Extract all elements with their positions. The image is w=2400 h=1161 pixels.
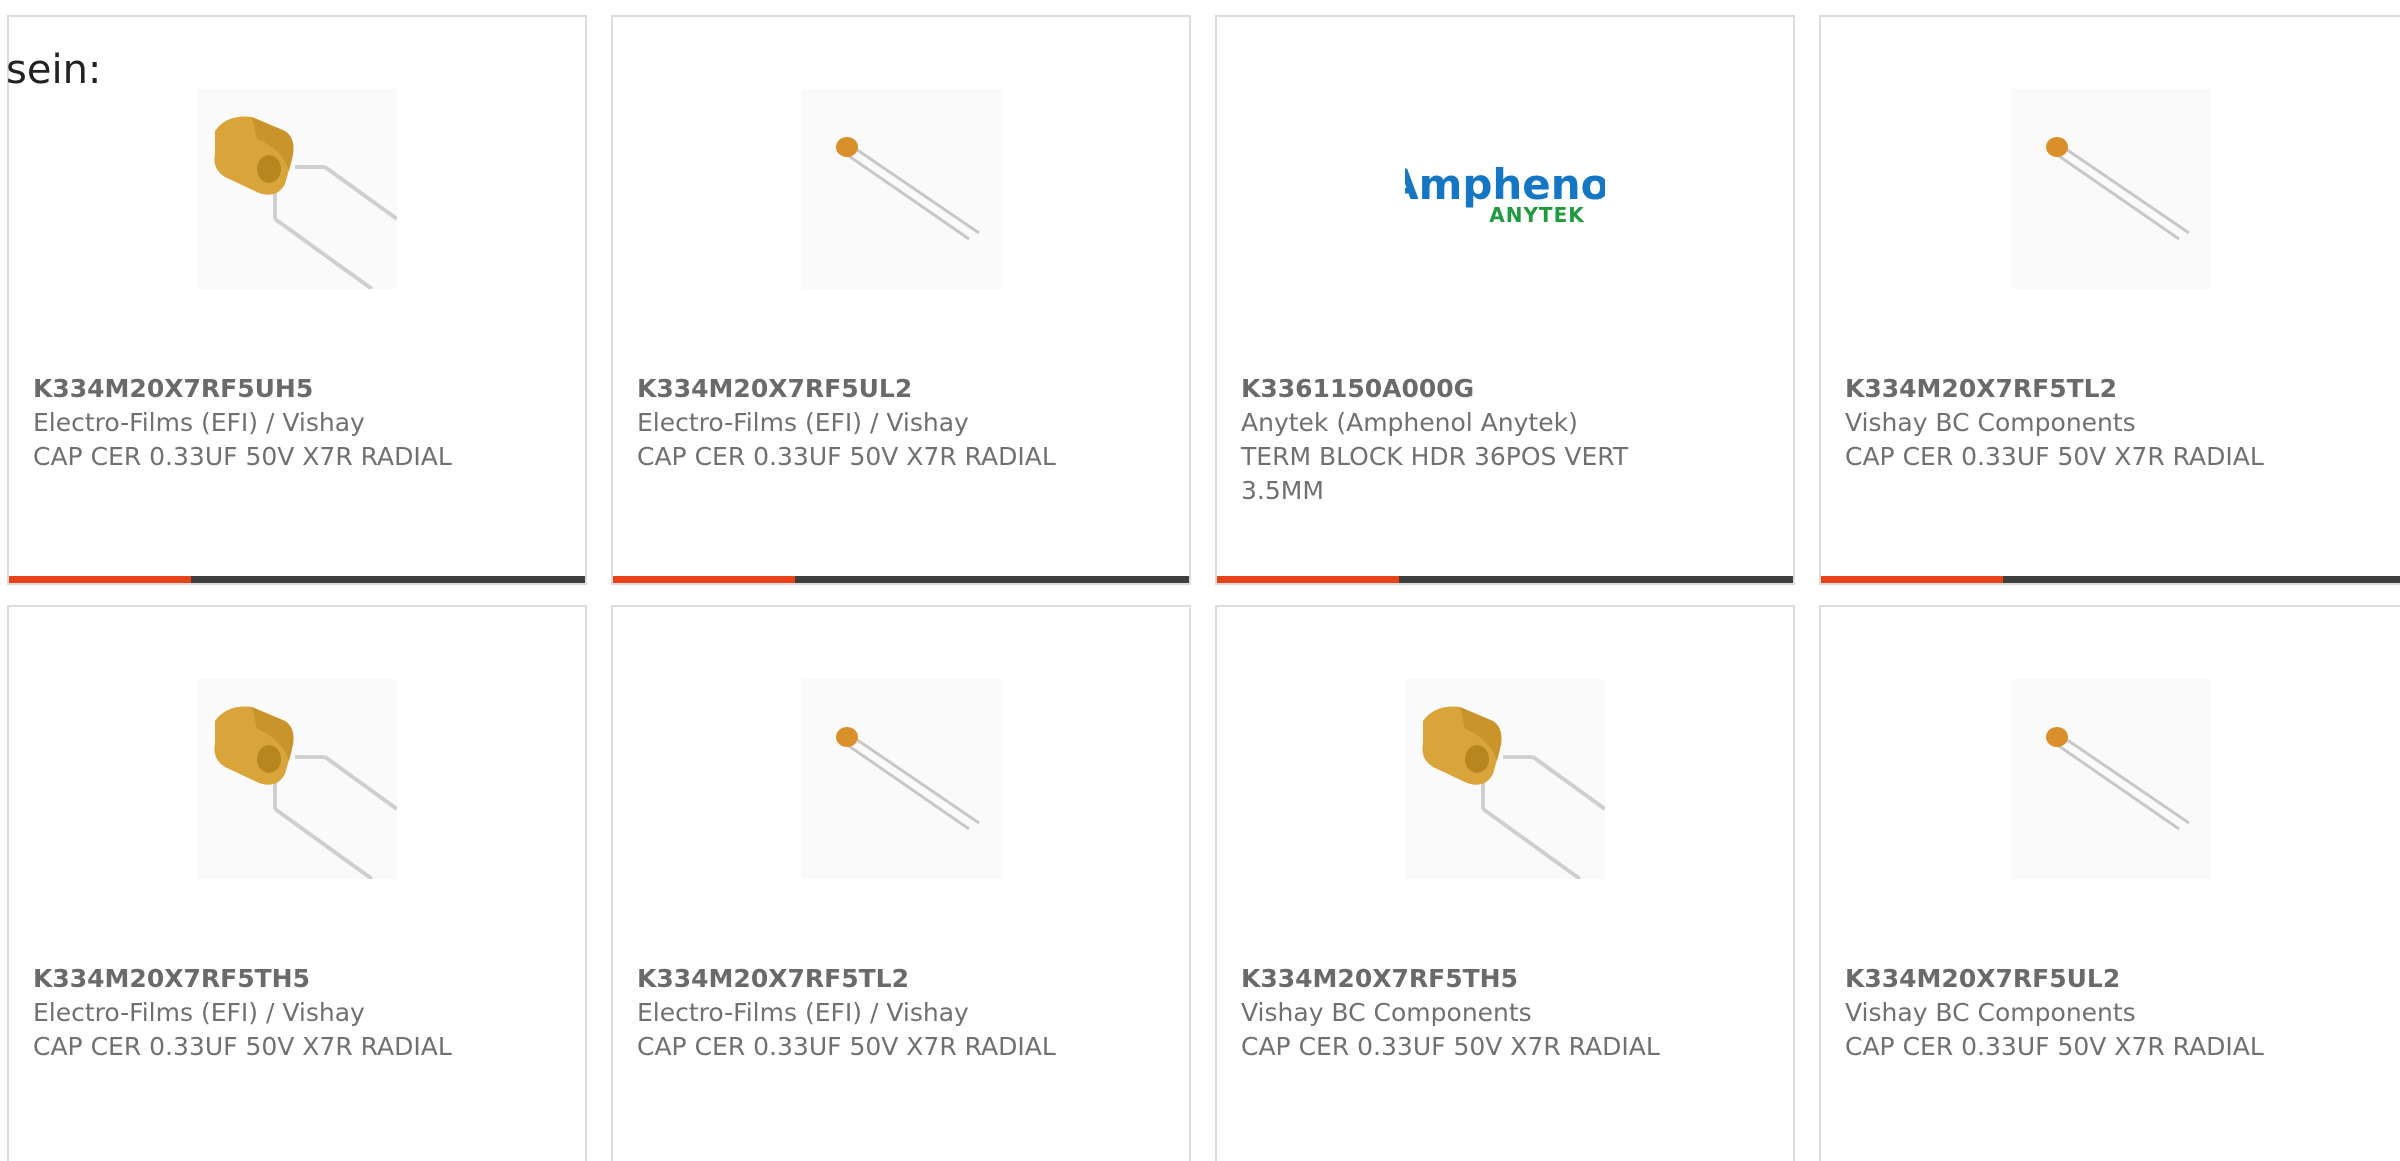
logo-line-2: ANYTEK [1489, 203, 1585, 227]
product-card[interactable]: K334M20X7RF5UL2 Vishay BC Components CAP… [1819, 605, 2400, 1161]
product-part-number[interactable]: K334M20X7RF5TL2 [637, 962, 1165, 996]
product-part-number[interactable]: K334M20X7RF5UH5 [33, 372, 561, 406]
capacitor-small-icon [801, 89, 1001, 289]
product-description: CAP CER 0.33UF 50V X7R RADIAL [637, 442, 1056, 471]
product-manufacturer: Electro-Films (EFI) / Vishay [637, 408, 969, 437]
product-manufacturer: Vishay BC Components [1845, 408, 2136, 437]
product-card[interactable]: K334M20X7RF5TL2 Vishay BC Components CAP… [1819, 15, 2400, 585]
product-part-number[interactable]: K334M20X7RF5UL2 [637, 372, 1165, 406]
product-part-number[interactable]: K334M20X7RF5TH5 [1241, 962, 1769, 996]
capacitor-large-icon [1405, 679, 1605, 879]
product-card[interactable]: K334M20X7RF5TH5 Electro-Films (EFI) / Vi… [7, 605, 587, 1161]
amphenol-anytek-logo: Amphenol ANYTEK [1405, 89, 1605, 289]
product-description: CAP CER 0.33UF 50V X7R RADIAL [637, 1032, 1056, 1061]
intro-text: sein: [6, 47, 102, 93]
product-description: TERM BLOCK HDR 36POS VERT 3.5MM [1241, 442, 1629, 505]
product-description: CAP CER 0.33UF 50V X7R RADIAL [1845, 442, 2264, 471]
card-accent [9, 576, 191, 583]
product-grid-page: sein: K334M20X7RF5UH5 Electro-Films (EFI… [0, 0, 2400, 1161]
product-manufacturer: Vishay BC Components [1241, 998, 1532, 1027]
card-progress-bar [613, 576, 1189, 583]
card-progress-bar [1217, 576, 1793, 583]
capacitor-large-icon [197, 679, 397, 879]
product-card[interactable]: K334M20X7RF5UH5 Electro-Films (EFI) / Vi… [7, 15, 587, 585]
product-description: CAP CER 0.33UF 50V X7R RADIAL [33, 442, 452, 471]
product-card[interactable]: Amphenol ANYTEK K3361150A000G Anytek (Am… [1215, 15, 1795, 585]
product-manufacturer: Anytek (Amphenol Anytek) [1241, 408, 1578, 437]
capacitor-small-icon [2011, 679, 2211, 879]
capacitor-small-icon [2011, 89, 2211, 289]
card-accent [613, 576, 795, 583]
capacitor-large-icon [197, 89, 397, 289]
product-part-number[interactable]: K3361150A000G [1241, 372, 1769, 406]
card-progress-bar [9, 576, 585, 583]
product-manufacturer: Electro-Films (EFI) / Vishay [33, 998, 365, 1027]
product-manufacturer: Vishay BC Components [1845, 998, 2136, 1027]
card-accent [1821, 576, 2003, 583]
product-manufacturer: Electro-Films (EFI) / Vishay [33, 408, 365, 437]
product-part-number[interactable]: K334M20X7RF5TH5 [33, 962, 561, 996]
product-description: CAP CER 0.33UF 50V X7R RADIAL [1845, 1032, 2264, 1061]
card-progress-bar [1821, 576, 2400, 583]
card-accent [1217, 576, 1399, 583]
product-part-number[interactable]: K334M20X7RF5UL2 [1845, 962, 2393, 996]
product-part-number[interactable]: K334M20X7RF5TL2 [1845, 372, 2393, 406]
logo-line-1: Amphenol [1405, 160, 1605, 209]
capacitor-small-icon [801, 679, 1001, 879]
product-card[interactable]: K334M20X7RF5UL2 Electro-Films (EFI) / Vi… [611, 15, 1191, 585]
product-card[interactable]: K334M20X7RF5TH5 Vishay BC Components CAP… [1215, 605, 1795, 1161]
product-description: CAP CER 0.33UF 50V X7R RADIAL [33, 1032, 452, 1061]
product-manufacturer: Electro-Films (EFI) / Vishay [637, 998, 969, 1027]
product-description: CAP CER 0.33UF 50V X7R RADIAL [1241, 1032, 1660, 1061]
product-card[interactable]: K334M20X7RF5TL2 Electro-Films (EFI) / Vi… [611, 605, 1191, 1161]
